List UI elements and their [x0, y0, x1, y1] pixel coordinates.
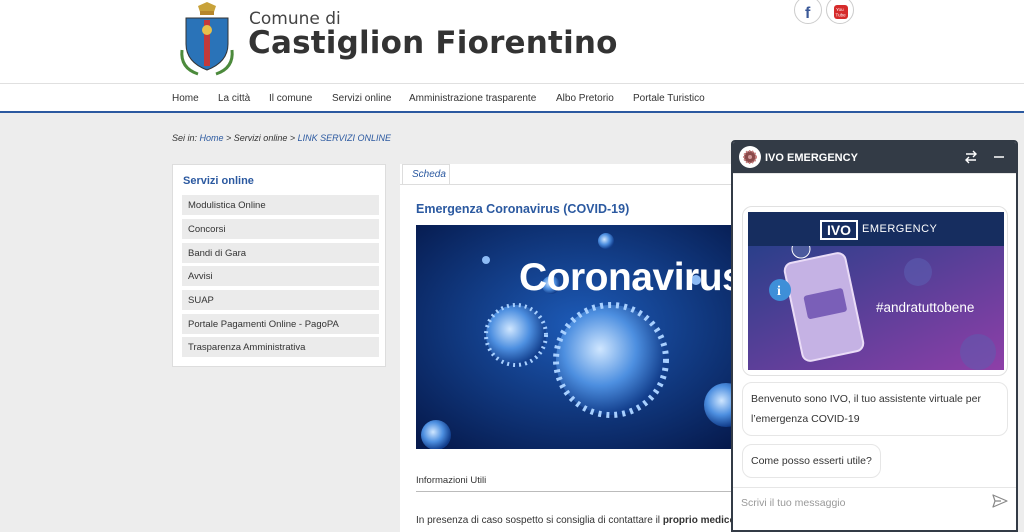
sidebar-item-modulistica[interactable]: Modulistica Online — [182, 195, 379, 215]
svg-text:You: You — [836, 7, 844, 12]
svg-text:f: f — [805, 5, 811, 22]
chat-avatar — [739, 146, 761, 168]
breadcrumb-prefix: Sei in: — [172, 133, 198, 143]
nav-item-amministrazione-trasparente[interactable]: Amministrazione trasparente — [409, 93, 536, 104]
facebook-link[interactable]: f — [794, 0, 822, 24]
chat-banner-card: i IVO EMERGENCY #andratuttobene — [742, 206, 1008, 376]
sidebar-item-suap[interactable]: SUAP — [182, 290, 379, 310]
site-header: Comune di Castiglion Fiorentino f You Tu… — [0, 0, 1024, 83]
breadcrumb: Sei in: Home > Servizi online > LINK SER… — [172, 133, 391, 143]
sidebar-item-concorsi[interactable]: Concorsi — [182, 219, 379, 239]
info-divider — [416, 491, 732, 492]
breadcrumb-middle: > Servizi online > — [223, 133, 298, 143]
swap-icon[interactable] — [963, 149, 979, 165]
nav-item-albo-pretorio[interactable]: Albo Pretorio — [556, 93, 614, 104]
send-icon[interactable] — [991, 492, 1009, 510]
chat-divider — [733, 173, 1016, 174]
article-title: Emergenza Coronavirus (COVID-19) — [416, 202, 630, 216]
facebook-icon: f — [805, 5, 811, 22]
bot-message-question: Come posso esserti utile? — [742, 444, 881, 478]
youtube-link[interactable]: You Tube — [826, 0, 854, 24]
banner-hashtag: #andratuttobene — [876, 300, 975, 315]
banner-ivo-logo: IVO — [820, 220, 858, 240]
coronavirus-hero-image: Coronavirus — [416, 225, 746, 449]
chat-title: IVO EMERGENCY — [765, 152, 858, 164]
sidebar-item-pagopa[interactable]: Portale Pagamenti Online - PagoPA — [182, 314, 379, 334]
sidebar: Servizi online Modulistica Online Concor… — [172, 164, 386, 367]
breadcrumb-home-link[interactable]: Home — [200, 133, 224, 143]
main-nav: Home La città Il comune Servizi online A… — [0, 83, 1024, 113]
virus-icon — [743, 150, 757, 164]
ivo-emergency-banner: i IVO EMERGENCY #andratuttobene — [748, 212, 1004, 370]
svg-text:Tube: Tube — [836, 13, 847, 18]
tab-divider — [400, 184, 740, 185]
nav-item-home[interactable]: Home — [172, 93, 199, 104]
youtube-icon: You Tube — [834, 5, 848, 19]
site-title[interactable]: Castiglion Fiorentino — [248, 25, 618, 61]
nav-item-servizi-online[interactable]: Servizi online — [332, 93, 391, 104]
sidebar-item-bandi-di-gara[interactable]: Bandi di Gara — [182, 243, 379, 263]
banner-emergency-label: EMERGENCY — [862, 223, 938, 235]
tab-scheda[interactable]: Scheda — [402, 164, 450, 185]
hero-caption: Coronavirus — [519, 256, 744, 299]
coat-of-arms-logo[interactable] — [178, 0, 236, 76]
nav-item-portale-turistico[interactable]: Portale Turistico — [633, 93, 705, 104]
breadcrumb-current[interactable]: LINK SERVIZI ONLINE — [298, 133, 391, 143]
chat-message-input[interactable] — [741, 495, 981, 511]
info-paragraph-text: In presenza di caso sospetto si consigli… — [416, 515, 663, 526]
sidebar-item-trasparenza[interactable]: Trasparenza Amministrativa — [182, 337, 379, 357]
bot-message-welcome: Benvenuto sono IVO, il tuo assistente vi… — [742, 382, 1008, 436]
chat-input-divider — [733, 487, 1016, 488]
sidebar-item-avvisi[interactable]: Avvisi — [182, 266, 379, 286]
minimize-icon[interactable] — [991, 149, 1007, 165]
nav-item-la-citta[interactable]: La città — [218, 93, 250, 104]
chat-header[interactable]: IVO EMERGENCY — [733, 142, 1016, 173]
svg-text:i: i — [777, 284, 781, 299]
info-section-label: Informazioni Utili — [416, 475, 487, 486]
sidebar-title[interactable]: Servizi online — [183, 175, 254, 187]
nav-item-il-comune[interactable]: Il comune — [269, 93, 312, 104]
chat-widget: IVO EMERGENCY i IVO EMERGENCY #andratutt… — [731, 140, 1018, 532]
